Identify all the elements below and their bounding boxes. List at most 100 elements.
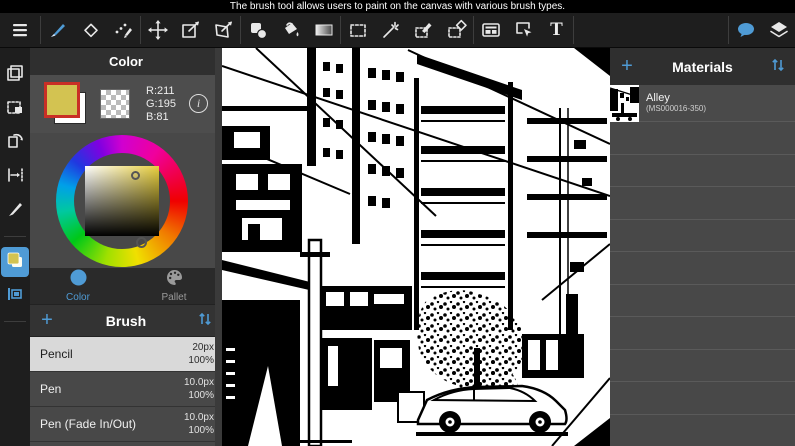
brush-row-pen-fade[interactable]: Pen (Fade In/Out) 10.0px 100% — [30, 407, 222, 442]
panel-layout-button[interactable] — [474, 13, 507, 48]
select-paste-icon — [5, 97, 25, 122]
snap-guide-icon — [5, 165, 25, 190]
transparent-color-swatch[interactable] — [100, 89, 130, 119]
materials-panel: + Materials Alley (MS000016-350) — [610, 48, 795, 446]
brush-tool-icon — [5, 199, 25, 224]
panel-layout-icon — [480, 19, 502, 41]
brush-tool-button[interactable] — [41, 13, 74, 48]
select-pen-tool-button[interactable] — [407, 13, 440, 48]
snap-pen-icon — [113, 19, 135, 41]
layers-button[interactable] — [762, 13, 795, 48]
transform-free-icon — [213, 19, 235, 41]
move-tool-button[interactable] — [141, 13, 174, 48]
select-rect-icon — [347, 19, 369, 41]
main-toolbar: T — [0, 13, 795, 48]
tool-sidebar — [0, 48, 30, 446]
comment-button[interactable] — [729, 13, 762, 48]
materials-sort-button[interactable] — [761, 58, 795, 75]
brush-opacity: 100% — [170, 389, 214, 402]
tab-pallet[interactable]: Pallet — [126, 268, 222, 304]
select-rect-tool-button[interactable] — [341, 13, 374, 48]
sidebar-brush-button[interactable] — [1, 196, 29, 226]
sidebar-divider — [4, 236, 26, 237]
sidebar-divider — [4, 321, 26, 322]
shapes-icon — [247, 19, 269, 41]
tab-pallet-label: Pallet — [161, 292, 186, 303]
material-item-alley[interactable]: Alley (MS000016-350) — [610, 85, 795, 122]
empty-material-row — [610, 350, 795, 383]
add-material-button[interactable]: + — [610, 50, 644, 83]
canvas[interactable] — [222, 48, 610, 446]
snap-pen-tool-button[interactable] — [107, 13, 140, 48]
duplicate-pages-button[interactable] — [1, 60, 29, 90]
brush-row-pen[interactable]: Pen 10.0px 100% — [30, 372, 222, 407]
color-swatch-tool[interactable] — [1, 247, 29, 277]
select-paste-button[interactable] — [1, 94, 29, 124]
status-message: The brush tool allows users to paint on … — [230, 0, 565, 13]
color-wheel-area — [30, 133, 222, 268]
saturation-value-square[interactable] — [85, 166, 159, 236]
rotate-canvas-icon — [5, 131, 25, 156]
magic-wand-icon — [380, 19, 402, 41]
empty-material-row — [610, 220, 795, 253]
sort-arrows-icon — [198, 315, 212, 329]
color-info-button[interactable]: i — [189, 94, 208, 113]
magic-wand-tool-button[interactable] — [374, 13, 407, 48]
menu-button[interactable] — [0, 13, 40, 48]
brush-row-pencil[interactable]: Pencil 20px 100% — [30, 337, 222, 372]
text-tool-button[interactable]: T — [540, 13, 573, 48]
eraser-tool-button[interactable] — [74, 13, 107, 48]
canvas-left-gutter — [215, 48, 222, 446]
transform-scale-tool-button[interactable] — [174, 13, 207, 48]
empty-material-row — [610, 155, 795, 188]
material-thumbnail — [610, 85, 639, 122]
material-code: (MS000016-350) — [646, 104, 706, 114]
add-brush-button[interactable]: + — [30, 304, 64, 337]
select-pen-icon — [413, 19, 435, 41]
toolbar-separator — [573, 16, 574, 44]
shapes-tool-button[interactable] — [241, 13, 274, 48]
select-eraser-icon — [446, 19, 468, 41]
info-icon: i — [197, 96, 200, 111]
swatch-row: R:211 G:195 B:81 i — [30, 75, 222, 133]
palette-icon — [166, 269, 183, 291]
empty-material-row — [610, 285, 795, 318]
paint-bucket-tool-button[interactable] — [274, 13, 307, 48]
plus-icon: + — [41, 309, 53, 331]
color-panel-title: Color — [109, 54, 143, 69]
materials-header: + Materials — [610, 48, 795, 85]
sort-arrows-icon — [771, 61, 785, 75]
paint-bucket-icon — [280, 19, 302, 41]
hue-cursor[interactable] — [136, 237, 147, 248]
rotate-canvas-button[interactable] — [1, 128, 29, 158]
brush-panel-header: + Brush — [30, 304, 222, 337]
gradient-tool-button[interactable] — [307, 13, 340, 48]
color-panel-header: Color — [30, 48, 222, 75]
brush-opacity: 100% — [170, 424, 214, 437]
current-color-swatch — [44, 82, 80, 118]
color-tab-row: Color Pallet — [30, 268, 222, 304]
transform-free-tool-button[interactable] — [207, 13, 240, 48]
snap-guide-button[interactable] — [1, 162, 29, 192]
saturation-cursor[interactable] — [131, 171, 140, 180]
empty-material-row — [610, 187, 795, 220]
text-icon: T — [550, 19, 563, 41]
select-move-icon — [513, 19, 535, 41]
materials-title: Materials — [644, 59, 761, 75]
empty-material-row — [610, 415, 795, 446]
empty-material-row — [610, 382, 795, 415]
color-brush-panel: Color R:211 G:195 B:81 i — [30, 48, 222, 446]
panel-float-button[interactable] — [1, 281, 29, 311]
foreground-color-swatch[interactable] — [44, 82, 88, 126]
tab-color[interactable]: Color — [30, 268, 126, 304]
gradient-icon — [313, 19, 335, 41]
empty-material-row — [610, 317, 795, 350]
select-eraser-tool-button[interactable] — [440, 13, 473, 48]
comment-bubble-icon — [735, 19, 757, 41]
panel-float-icon — [5, 284, 25, 309]
brush-size: 10.0px — [170, 411, 214, 424]
select-move-tool-button[interactable] — [507, 13, 540, 48]
status-bar: The brush tool allows users to paint on … — [0, 0, 795, 13]
empty-material-row — [610, 122, 795, 155]
tab-color-label: Color — [66, 292, 90, 303]
